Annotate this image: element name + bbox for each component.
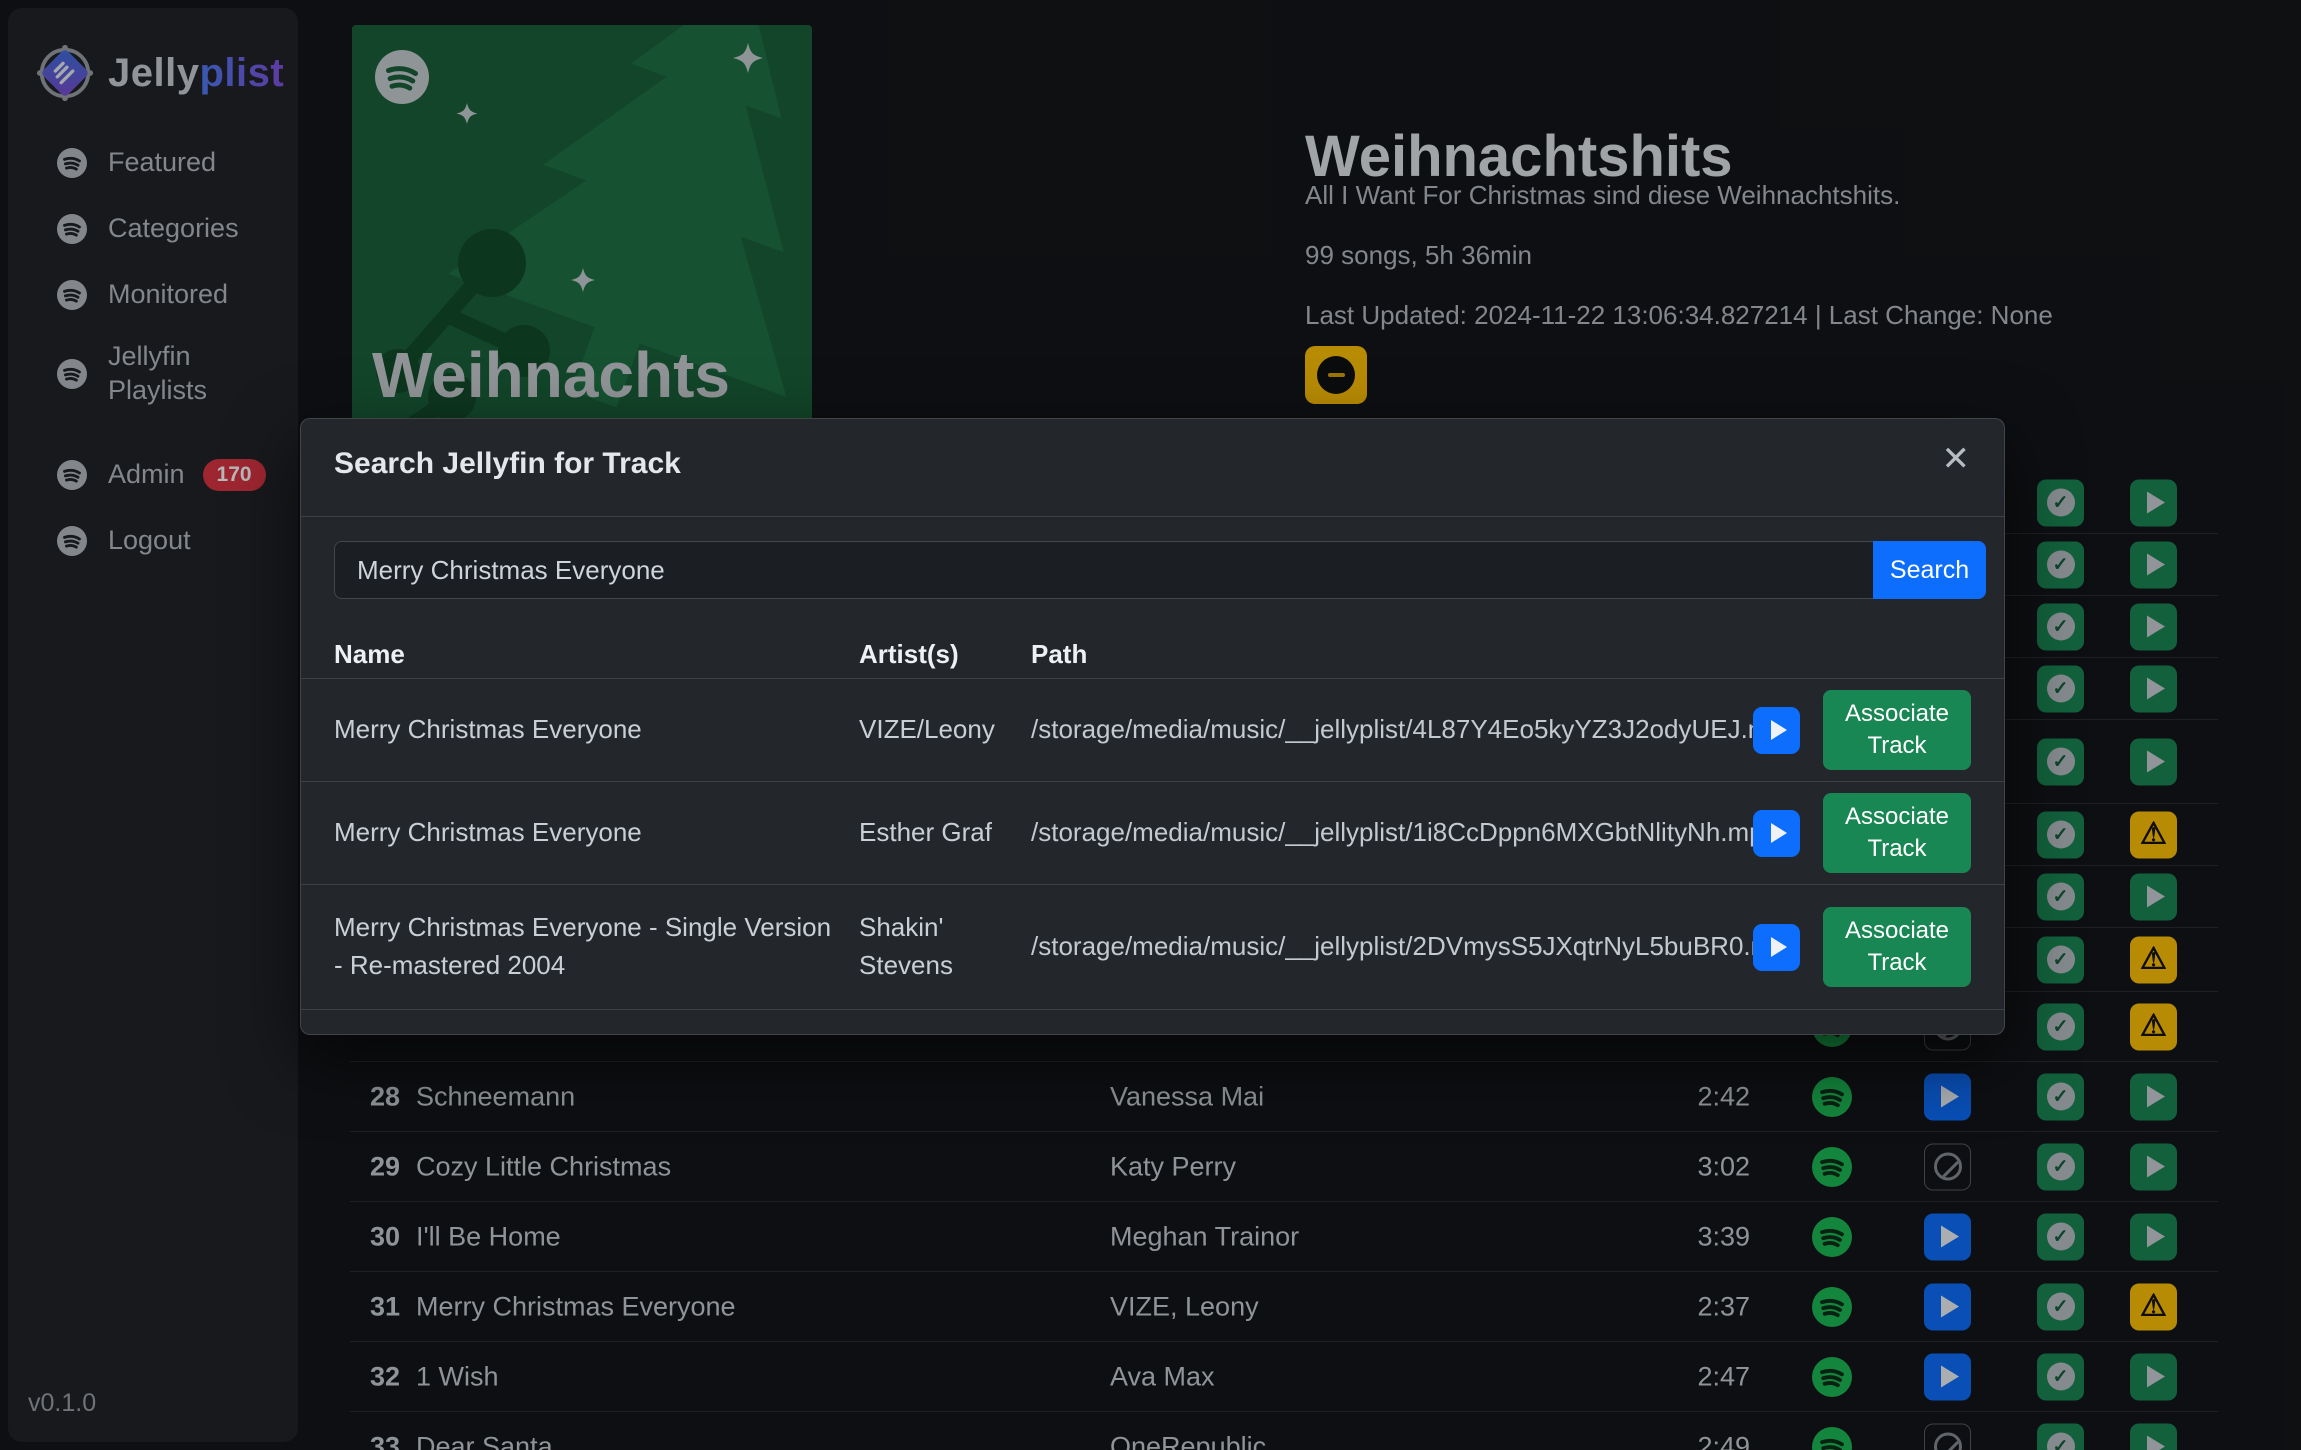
result-path: /storage/media/music/__jellyplist/2DVmys…: [1031, 928, 1753, 966]
play-icon: [1771, 823, 1787, 843]
preview-play-button[interactable]: [1753, 707, 1800, 754]
result-artist: Shakin' Stevens: [859, 909, 1031, 984]
preview-play-button[interactable]: [1753, 924, 1800, 971]
associate-track-button[interactable]: Associate Track: [1823, 793, 1971, 874]
result-artist: Esther Graf: [859, 814, 1031, 852]
play-icon: [1771, 937, 1787, 957]
column-name: Name: [334, 639, 859, 670]
results-list: Merry Christmas Everyone VIZE/Leony /sto…: [301, 678, 2004, 1010]
play-icon: [1771, 720, 1787, 740]
search-jellyfin-modal: Search Jellyfin for Track Search Name Ar…: [300, 418, 2005, 1035]
result-name: Merry Christmas Everyone: [334, 711, 859, 749]
search-bar: Search: [334, 541, 1986, 599]
result-artist: VIZE/Leony: [859, 711, 1031, 749]
preview-play-button[interactable]: [1753, 810, 1800, 857]
search-input[interactable]: [334, 541, 1873, 599]
result-name: Merry Christmas Everyone - Single Versio…: [334, 909, 859, 984]
modal-title: Search Jellyfin for Track: [334, 447, 681, 481]
column-artists: Artist(s): [859, 639, 1031, 670]
column-path: Path: [1031, 639, 1753, 670]
app-window: Jellyplist Featured Categories: [0, 0, 2301, 1450]
search-button[interactable]: Search: [1873, 541, 1986, 599]
search-result-row: Merry Christmas Everyone Esther Graf /st…: [301, 781, 2004, 884]
modal-header-divider: [301, 516, 2004, 517]
result-name: Merry Christmas Everyone: [334, 814, 859, 852]
results-header: Name Artist(s) Path: [301, 631, 2004, 678]
search-result-row: Merry Christmas Everyone - Single Versio…: [301, 884, 2004, 1009]
associate-track-button[interactable]: Associate Track: [1823, 907, 1971, 988]
result-path: /storage/media/music/__jellyplist/4L87Y4…: [1031, 711, 1753, 749]
result-path: /storage/media/music/__jellyplist/1i8CcD…: [1031, 814, 1753, 852]
associate-track-button[interactable]: Associate Track: [1823, 690, 1971, 771]
close-icon[interactable]: [1936, 441, 1977, 477]
search-result-row: Merry Christmas Everyone VIZE/Leony /sto…: [301, 678, 2004, 781]
